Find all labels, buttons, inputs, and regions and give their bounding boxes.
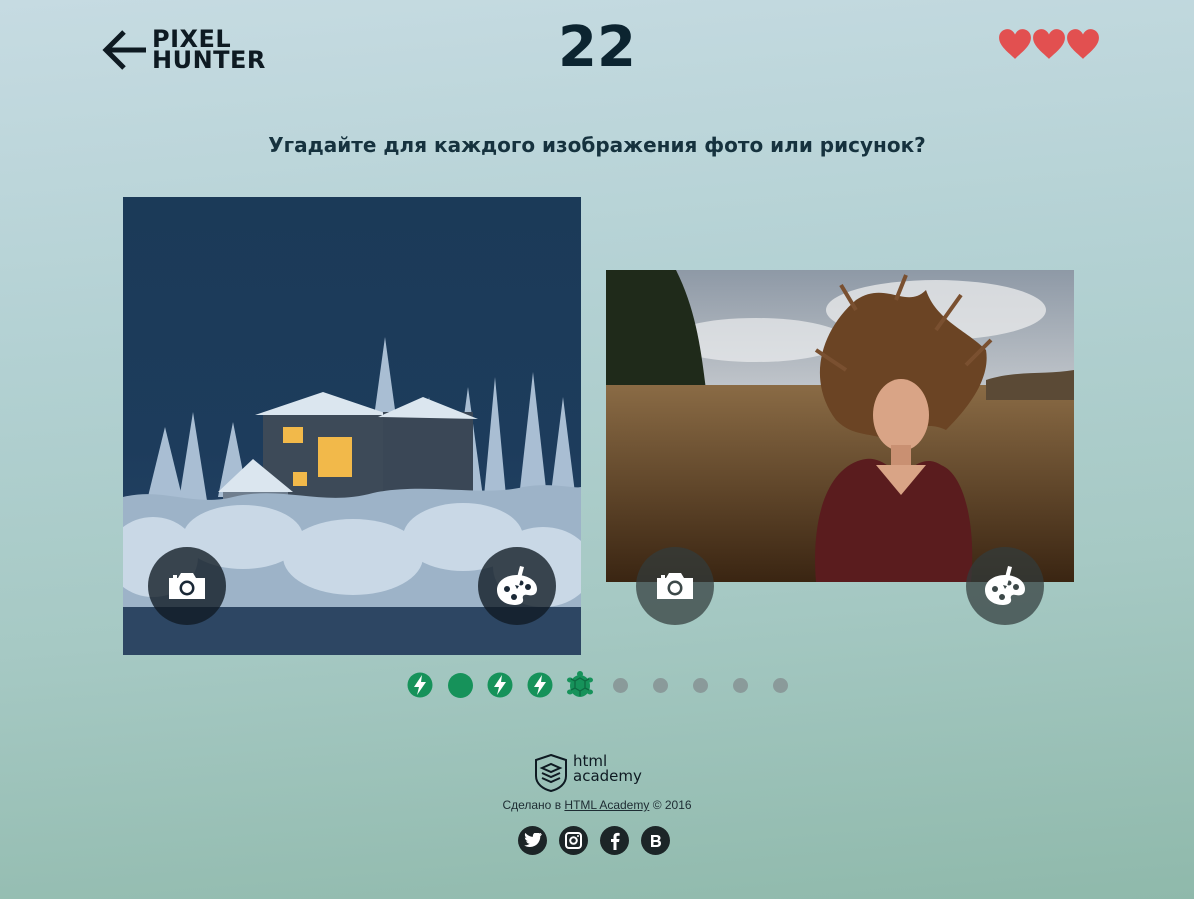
facebook-link[interactable] [600,826,629,855]
vk-link[interactable] [641,826,670,855]
academy-wordmark: html academy [573,754,642,784]
dot-icon [772,677,788,693]
question-title: Угадайте для каждого изображения фото ил… [268,133,926,157]
stat-unknown [680,669,720,701]
stat-unknown [640,669,680,701]
twitter-link[interactable] [518,826,547,855]
camera-icon [169,573,205,599]
copyright-year: © 2016 [652,798,692,812]
stat-fast [480,669,520,701]
camera-icon [657,573,693,599]
dot-icon [652,677,668,693]
palette-icon [985,566,1025,605]
paint-answer-button-2[interactable] [966,547,1044,625]
academy-link[interactable]: HTML Academy [564,798,649,812]
option-2-image [606,270,1074,582]
photo-answer-button-2[interactable] [636,547,714,625]
paint-answer-button-1[interactable] [478,547,556,625]
palette-icon [497,566,537,605]
stat-fast [400,669,440,701]
dot-icon [732,677,748,693]
photo-answer-button-1[interactable] [148,547,226,625]
turtle-icon [567,671,593,697]
lives [998,26,1100,62]
dot-icon [447,672,473,698]
stat-unknown [720,669,760,701]
instagram-link[interactable] [559,826,588,855]
academy-logo[interactable]: html academy [535,754,642,792]
game-option-2[interactable] [606,270,1074,582]
game-option-1[interactable] [123,197,581,655]
stat-fast [520,669,560,701]
heart-icon [1067,29,1099,59]
stat-unknown [600,669,640,701]
heart-icon [1033,29,1065,59]
heart-icon [999,29,1031,59]
instagram-icon [565,832,582,849]
vk-icon [650,834,661,847]
stat-correct [440,669,480,701]
stat-slow [560,669,600,701]
lightning-icon [487,672,513,698]
academy-shield-icon [535,754,567,792]
stats-bar [400,669,800,701]
lightning-icon [407,672,433,698]
copyright: Сделано в HTML Academy © 2016 [0,798,1194,812]
stat-unknown [760,669,800,701]
lightning-icon [527,672,553,698]
made-in-text: Сделано в [502,798,562,812]
dot-icon [692,677,708,693]
dot-icon [612,677,628,693]
social-links [518,826,670,855]
academy-line-2: academy [573,767,642,785]
facebook-icon [610,832,620,850]
twitter-icon [523,833,542,848]
